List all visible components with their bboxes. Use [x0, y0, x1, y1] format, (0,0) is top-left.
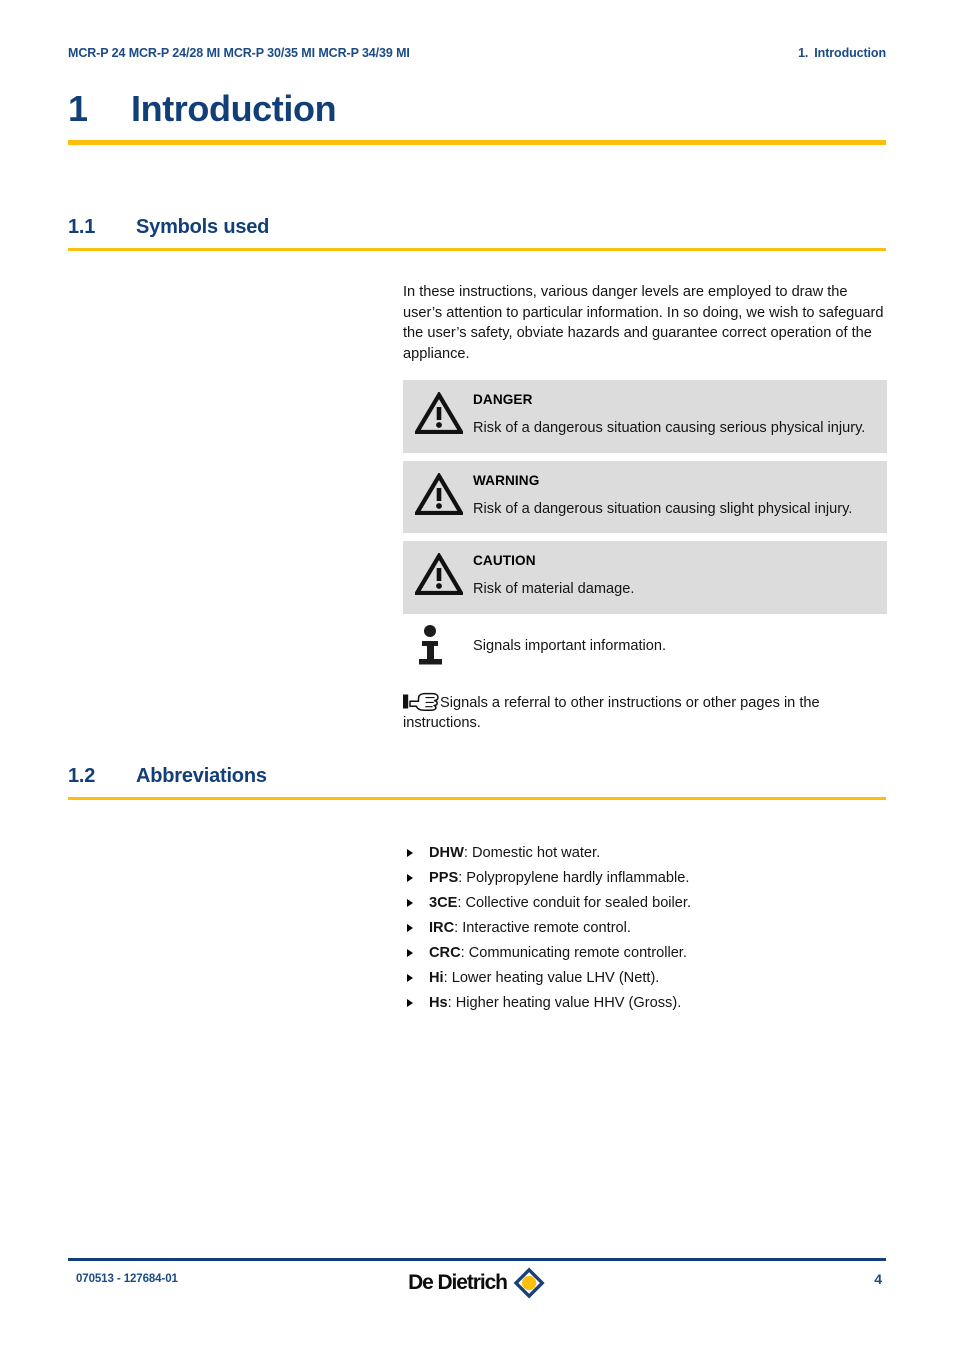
section-rule	[68, 797, 886, 800]
warning-triangle-icon	[415, 472, 463, 515]
diamond-logo-icon	[513, 1267, 545, 1299]
symbols-intro-paragraph: In these instructions, various danger le…	[403, 284, 884, 362]
abbreviation-term: Hs	[429, 995, 448, 1011]
alert-box-caution: CAUTION Risk of material damage.	[403, 541, 887, 614]
abbreviation-definition: : Collective conduit for sealed boiler.	[457, 895, 692, 911]
section-number: 1.2	[68, 765, 96, 787]
alert-title-warning: WARNING	[473, 472, 540, 488]
section-heading-row: 1.2 Abbreviations	[68, 765, 886, 788]
alert-text-danger: Risk of a dangerous situation causing se…	[473, 420, 866, 436]
abbreviation-term: IRC	[429, 920, 455, 936]
running-header-chapter-number: 1.	[798, 46, 809, 60]
triangle-bullet-icon	[407, 999, 413, 1007]
list-item: PPS: Polypropylene hardly inflammable.	[403, 868, 887, 889]
abbreviations-list: DHW: Domestic hot water. PPS: Polypropyl…	[403, 843, 887, 1014]
abbreviation-definition: : Higher heating value HHV (Gross).	[447, 995, 682, 1011]
running-header-right: 1. Introduction	[798, 46, 886, 60]
chapter-rule	[68, 140, 886, 145]
brand-name: De Dietrich	[408, 1271, 508, 1294]
alert-text-caution: Risk of material damage.	[473, 581, 635, 597]
abbreviation-definition: : Interactive remote control.	[454, 920, 631, 936]
alert-text-warning: Risk of a dangerous situation causing sl…	[473, 500, 853, 517]
abbreviation-definition: : Communicating remote controller.	[460, 945, 687, 961]
abbreviation-term: PPS	[429, 870, 459, 886]
pointing-hand-icon	[403, 692, 439, 711]
list-item: CRC: Communicating remote controller.	[403, 943, 887, 964]
abbreviation-definition: : Domestic hot water.	[463, 845, 601, 861]
info-note-text: Signals important information.	[473, 637, 667, 654]
abbreviation-term: Hi	[429, 970, 444, 986]
section-title: Abbreviations	[136, 765, 267, 787]
de-dietrich-logo: De Dietrich	[408, 1266, 546, 1300]
chapter-title-row: 1 Introduction	[68, 88, 886, 130]
alert-title-danger: DANGER	[473, 392, 533, 407]
triangle-bullet-icon	[407, 899, 413, 907]
alert-box-danger: DANGER Risk of a dangerous situation cau…	[403, 380, 887, 453]
section-heading-row: 1.1 Symbols used	[68, 216, 886, 239]
list-item: IRC: Interactive remote control.	[403, 918, 887, 939]
abbreviation-definition: : Lower heating value LHV (Nett).	[443, 970, 660, 986]
abbreviation-term: CRC	[429, 945, 461, 961]
list-item: Hs: Higher heating value HHV (Gross).	[403, 993, 887, 1014]
section-heading-abbreviations: 1.2 Abbreviations	[68, 765, 886, 800]
abbreviation-definition: : Polypropylene hardly inflammable.	[458, 870, 690, 886]
page-number: 4	[874, 1271, 882, 1287]
triangle-bullet-icon	[407, 974, 413, 982]
footer-rule	[68, 1258, 886, 1261]
information-icon	[419, 624, 442, 664]
alert-box-warning: WARNING Risk of a dangerous situation ca…	[403, 460, 887, 533]
list-item: DHW: Domestic hot water.	[403, 843, 887, 864]
alert-title-caution: CAUTION	[473, 553, 536, 568]
section-number: 1.1	[68, 216, 96, 238]
section-title: Symbols used	[136, 216, 270, 238]
triangle-bullet-icon	[407, 849, 413, 857]
referral-note-text: Signals a referral to other instructions…	[403, 694, 820, 732]
running-header-chapter-label: Introduction	[814, 46, 886, 60]
abbreviation-term: 3CE	[429, 895, 458, 911]
info-note-row: Signals important information.	[403, 624, 887, 668]
running-header-left: MCR-P 24 MCR-P 24/28 MI MCR-P 30/35 MI M…	[68, 46, 410, 60]
section-heading-symbols: 1.1 Symbols used	[68, 216, 886, 251]
triangle-bullet-icon	[407, 924, 413, 932]
warning-triangle-icon	[415, 553, 463, 595]
abbreviations-content: DHW: Domestic hot water. PPS: Polypropyl…	[403, 843, 887, 1018]
page-footer: 070513 - 127684-01 De Dietrich 4	[68, 1266, 886, 1300]
list-item: 3CE: Collective conduit for sealed boile…	[403, 893, 887, 914]
section-rule	[68, 248, 886, 251]
document-code: 070513 - 127684-01	[76, 1273, 178, 1285]
running-header: MCR-P 24 MCR-P 24/28 MI MCR-P 30/35 MI M…	[68, 46, 886, 60]
triangle-bullet-icon	[407, 874, 413, 882]
triangle-bullet-icon	[407, 949, 413, 957]
chapter-title-block: 1 Introduction	[68, 88, 886, 145]
symbols-content: In these instructions, various danger le…	[403, 282, 887, 734]
document-page: MCR-P 24 MCR-P 24/28 MI MCR-P 30/35 MI M…	[0, 0, 954, 1350]
chapter-number: 1	[68, 88, 88, 129]
abbreviation-term: DHW	[429, 845, 464, 861]
chapter-title: Introduction	[131, 88, 337, 129]
list-item: Hi: Lower heating value LHV (Nett).	[403, 968, 887, 989]
referral-note-row: Signals a referral to other instructions…	[403, 692, 887, 734]
warning-triangle-icon	[415, 392, 463, 434]
